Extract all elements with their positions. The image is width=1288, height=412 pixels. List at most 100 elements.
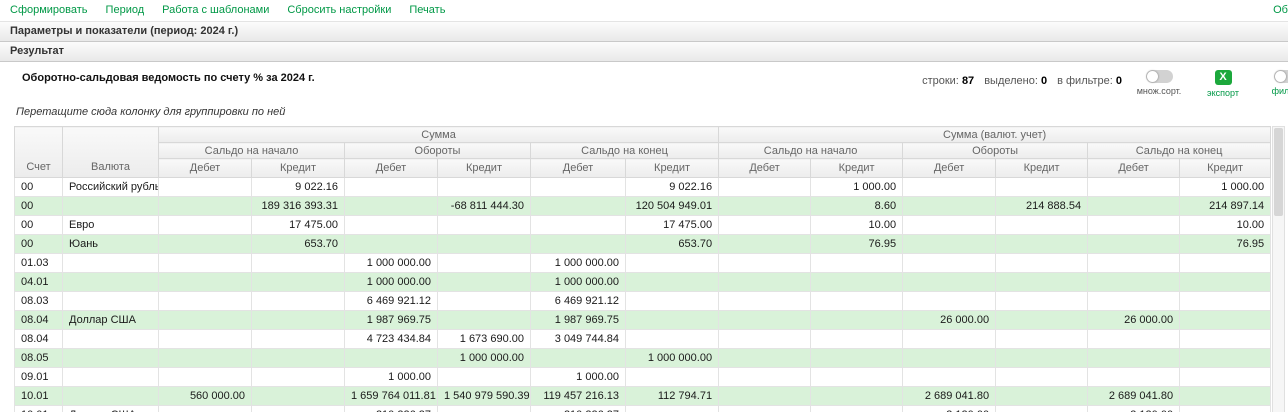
- cell-value[interactable]: [811, 330, 903, 349]
- cell-value[interactable]: 1 000.00: [531, 368, 626, 387]
- cell-value[interactable]: [626, 273, 719, 292]
- cell-value[interactable]: [1088, 349, 1180, 368]
- cell-value[interactable]: [345, 235, 438, 254]
- cell-value[interactable]: [159, 178, 252, 197]
- cell-value[interactable]: 1 673 690.00: [438, 330, 531, 349]
- excel-export-button[interactable]: X: [1215, 70, 1232, 85]
- cell-value[interactable]: [719, 254, 811, 273]
- cell-currency[interactable]: Юань: [63, 235, 159, 254]
- table-row[interactable]: 04.01 1 000 000.00 1 000 000.00: [15, 273, 1271, 292]
- cell-value[interactable]: [1180, 292, 1271, 311]
- cell-value[interactable]: 560 000.00: [159, 387, 252, 406]
- column-header-debit-turnover[interactable]: Дебет: [345, 159, 438, 178]
- cell-value[interactable]: 26 000.00: [903, 311, 996, 330]
- cell-value[interactable]: 9 022.16: [626, 178, 719, 197]
- cell-value[interactable]: [719, 292, 811, 311]
- menu-item-templates[interactable]: Работа с шаблонами: [162, 4, 269, 16]
- cell-account[interactable]: 10.01: [15, 387, 63, 406]
- cell-value[interactable]: [345, 197, 438, 216]
- cell-value[interactable]: 653.70: [626, 235, 719, 254]
- cell-account[interactable]: 08.04: [15, 330, 63, 349]
- cell-value[interactable]: 1 540 979 590.39: [438, 387, 531, 406]
- cell-value[interactable]: [159, 235, 252, 254]
- cell-value[interactable]: [626, 311, 719, 330]
- cell-value[interactable]: [159, 254, 252, 273]
- table-row[interactable]: 08.04 4 723 434.84 1 673 690.00 3 049 74…: [15, 330, 1271, 349]
- cell-value[interactable]: [252, 273, 345, 292]
- cell-value[interactable]: [719, 311, 811, 330]
- cell-currency[interactable]: [63, 292, 159, 311]
- cell-value[interactable]: [903, 330, 996, 349]
- cell-value[interactable]: [903, 178, 996, 197]
- cell-value[interactable]: [252, 311, 345, 330]
- cell-value[interactable]: [438, 216, 531, 235]
- multisort-toggle[interactable]: [1146, 70, 1173, 83]
- cell-value[interactable]: [531, 197, 626, 216]
- cell-value[interactable]: 1 987 969.75: [531, 311, 626, 330]
- cell-account[interactable]: 08.04: [15, 311, 63, 330]
- cell-value[interactable]: [438, 292, 531, 311]
- section-result[interactable]: Результат: [0, 42, 1288, 62]
- cell-value[interactable]: [252, 349, 345, 368]
- cell-value[interactable]: [996, 406, 1088, 412]
- cell-value[interactable]: [1180, 254, 1271, 273]
- cell-value[interactable]: [159, 311, 252, 330]
- cell-value[interactable]: 1 000 000.00: [626, 349, 719, 368]
- cell-value[interactable]: [811, 368, 903, 387]
- cell-value[interactable]: 1 000.00: [345, 368, 438, 387]
- cell-value[interactable]: [811, 292, 903, 311]
- cell-value[interactable]: [531, 216, 626, 235]
- cell-account[interactable]: 04.01: [15, 273, 63, 292]
- cell-account[interactable]: 01.03: [15, 254, 63, 273]
- column-header-credit-closing[interactable]: Кредит: [626, 159, 719, 178]
- cell-account[interactable]: 08.05: [15, 349, 63, 368]
- cell-value[interactable]: [438, 368, 531, 387]
- cell-value[interactable]: 3 120.00: [1088, 406, 1180, 412]
- column-header-debit-closing[interactable]: Дебет: [531, 159, 626, 178]
- cell-value[interactable]: [719, 178, 811, 197]
- cell-value[interactable]: [996, 216, 1088, 235]
- cell-account[interactable]: 00: [15, 197, 63, 216]
- cell-value[interactable]: 1 000 000.00: [345, 254, 438, 273]
- cell-value[interactable]: -68 811 444.30: [438, 197, 531, 216]
- cell-value[interactable]: [1180, 311, 1271, 330]
- table-row[interactable]: 01.03 1 000 000.00 1 000 000.00: [15, 254, 1271, 273]
- cell-value[interactable]: [345, 349, 438, 368]
- cell-value[interactable]: [1088, 273, 1180, 292]
- scrollbar-thumb[interactable]: [1274, 128, 1283, 216]
- table-row[interactable]: 09.01 1 000.00 1 000.00: [15, 368, 1271, 387]
- cell-value[interactable]: [719, 273, 811, 292]
- cell-value[interactable]: [626, 368, 719, 387]
- cell-value[interactable]: [1180, 349, 1271, 368]
- vertical-scrollbar[interactable]: [1272, 126, 1285, 412]
- cell-value[interactable]: 2 689 041.80: [1088, 387, 1180, 406]
- cell-value[interactable]: [903, 254, 996, 273]
- cell-value[interactable]: 210 226.37: [531, 406, 626, 412]
- cell-value[interactable]: [626, 330, 719, 349]
- column-header-currency[interactable]: Валюта: [63, 127, 159, 178]
- cell-value[interactable]: [719, 197, 811, 216]
- cell-value[interactable]: [345, 216, 438, 235]
- cell-value[interactable]: [438, 235, 531, 254]
- cell-value[interactable]: 76.95: [811, 235, 903, 254]
- table-row[interactable]: 00 Юань 653.70 653.70 76.95 76.95: [15, 235, 1271, 254]
- cell-value[interactable]: [996, 273, 1088, 292]
- cell-value[interactable]: [1088, 368, 1180, 387]
- cell-value[interactable]: [159, 197, 252, 216]
- table-row[interactable]: 10.01 560 000.00 1 659 764 011.81 1 540 …: [15, 387, 1271, 406]
- filter-toggle[interactable]: [1274, 70, 1288, 83]
- cell-value[interactable]: 6 469 921.12: [531, 292, 626, 311]
- cell-value[interactable]: [996, 387, 1088, 406]
- cell-currency[interactable]: Евро: [63, 216, 159, 235]
- cell-value[interactable]: 26 000.00: [1088, 311, 1180, 330]
- cell-value[interactable]: [719, 216, 811, 235]
- cell-value[interactable]: [531, 235, 626, 254]
- cell-value[interactable]: [903, 235, 996, 254]
- cell-currency[interactable]: Доллар США: [63, 311, 159, 330]
- cell-value[interactable]: [719, 368, 811, 387]
- cell-currency[interactable]: Доллар США: [63, 406, 159, 412]
- cell-account[interactable]: 00: [15, 178, 63, 197]
- cell-value[interactable]: 17 475.00: [626, 216, 719, 235]
- cell-account[interactable]: 08.03: [15, 292, 63, 311]
- cell-value[interactable]: [1180, 387, 1271, 406]
